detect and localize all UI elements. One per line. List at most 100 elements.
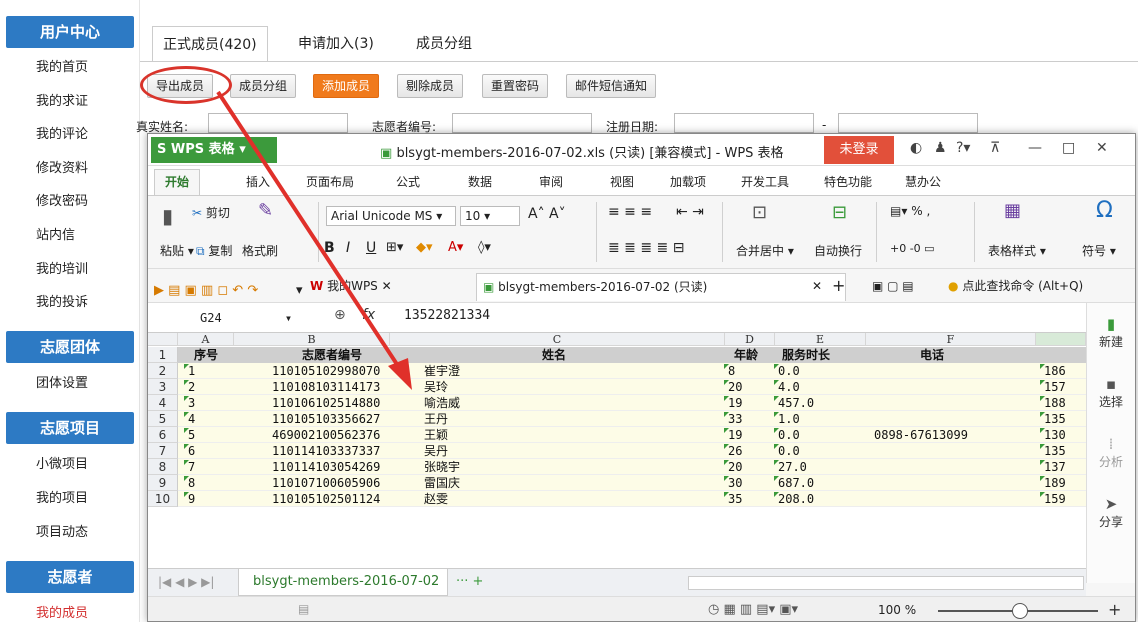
symbol-button[interactable]: 符号 ▾ <box>1082 242 1116 259</box>
zoom-search-icon[interactable]: ⊕ <box>334 307 346 323</box>
cell-age[interactable]: 26 <box>728 443 742 459</box>
column-header-b[interactable]: B <box>234 333 390 346</box>
font-size-select[interactable]: 10 ▾ <box>460 206 520 226</box>
column-header-e[interactable]: E <box>775 333 866 346</box>
spreadsheet-grid[interactable]: A B C D E F 1 序号 志愿者编号 姓名 年龄 服务时长 电话 211… <box>148 333 1086 583</box>
copy-button[interactable]: ⧉ 复制 <box>196 242 232 259</box>
sidebar-item-comments[interactable]: 我的评论 <box>36 123 88 142</box>
cell-g[interactable]: 189 <box>1044 475 1066 491</box>
cell-no[interactable]: 110105102501124 <box>272 491 380 507</box>
doc-tab-active[interactable]: ▣ blsygt-members-2016-07-02 (只读) <box>476 273 846 301</box>
sidebar-item-project-news[interactable]: 项目动态 <box>36 521 88 540</box>
pane-analyze[interactable]: ⁞ 分析 <box>1087 435 1135 470</box>
sidebar-item-training[interactable]: 我的培训 <box>36 258 88 277</box>
format-painter-button[interactable]: 格式刷 <box>242 242 278 259</box>
cell-age[interactable]: 19 <box>728 427 742 443</box>
cell-seq[interactable]: 3 <box>188 395 195 411</box>
toolbar-icons[interactable]: ▣ ▢ ▤ <box>872 273 914 301</box>
omega-icon[interactable]: Ω <box>1096 198 1113 223</box>
cell-g[interactable]: 157 <box>1044 379 1066 395</box>
cell-g[interactable]: 135 <box>1044 411 1066 427</box>
cell-hours[interactable]: 0.0 <box>778 363 800 379</box>
sidebar-item-verify[interactable]: 我的求证 <box>36 90 88 109</box>
skin-icon[interactable]: ◐ <box>910 140 922 156</box>
quick-icons[interactable]: ▶ ▤ ▣ ▥ ◻ ↶ ↷ <box>154 278 258 306</box>
view-mode-icons[interactable]: ◷ ▦ ▥ ▤▾ ▣▾ <box>708 602 798 617</box>
cell-age[interactable]: 20 <box>728 459 742 475</box>
function-icon[interactable]: fx <box>362 307 375 323</box>
header-phone[interactable]: 电话 <box>920 347 944 363</box>
header-seq[interactable]: 序号 <box>194 347 218 363</box>
cell-hours[interactable]: 27.0 <box>778 459 807 475</box>
cell-hours[interactable]: 687.0 <box>778 475 814 491</box>
remove-member-button[interactable]: 剔除成员 <box>397 74 464 98</box>
sidebar-item-home[interactable]: 我的首页 <box>36 56 88 75</box>
align-top-icon[interactable]: ≡ ≡ ≡ <box>608 204 652 220</box>
cell-seq[interactable]: 2 <box>188 379 195 395</box>
sidebar-item-group-settings[interactable]: 团体设置 <box>36 372 88 391</box>
underline-icon[interactable]: U <box>366 240 376 256</box>
menu-smart-office[interactable]: 慧办公 <box>905 173 941 190</box>
wrap-text-button[interactable]: 自动换行 <box>814 242 862 259</box>
formula-value[interactable]: 13522821334 <box>404 308 490 323</box>
column-header-c[interactable]: C <box>390 333 725 346</box>
paste-button[interactable]: 粘贴 ▾ <box>160 242 194 259</box>
wps-app-menu[interactable]: S WPS 表格 ▾ <box>151 137 277 163</box>
cell-seq[interactable]: 4 <box>188 411 195 427</box>
header-age[interactable]: 年龄 <box>734 347 758 363</box>
my-wps-tab[interactable]: W 我的WPS ✕ <box>310 273 392 301</box>
cell-seq[interactable]: 1 <box>188 363 195 379</box>
cell-no[interactable]: 469002100562376 <box>272 427 380 443</box>
row-header[interactable]: 3 <box>148 379 178 395</box>
merge-center-button[interactable]: 合并居中 ▾ <box>736 242 794 259</box>
tab-formal-members[interactable]: 正式成员(420) <box>152 26 268 62</box>
reg-date-start-input[interactable] <box>674 113 814 133</box>
table-style-button[interactable]: 表格样式 ▾ <box>988 242 1046 259</box>
ribbon-toggle-icon[interactable]: ⊼ <box>990 140 1000 156</box>
realname-input[interactable] <box>208 113 348 133</box>
cell-age[interactable]: 35 <box>728 491 742 507</box>
cell-age[interactable]: 19 <box>728 395 742 411</box>
column-header-f[interactable]: F <box>866 333 1036 346</box>
sidebar-item-edit-profile[interactable]: 修改资料 <box>36 157 88 176</box>
cell-no[interactable]: 110114103054269 <box>272 459 380 475</box>
cell-name[interactable]: 吴丹 <box>424 443 448 459</box>
cut-button[interactable]: ✂ 剪切 <box>192 204 230 221</box>
sheet-tab[interactable]: blsygt-members-2016-07-02 <box>238 569 448 596</box>
cell-g[interactable]: 137 <box>1044 459 1066 475</box>
shirt-icon[interactable]: ♟ <box>934 140 947 156</box>
merge-center-icon[interactable]: ⊡ <box>752 202 767 223</box>
pane-select[interactable]: ▪ 选择 <box>1087 375 1135 410</box>
member-group-button[interactable]: 成员分组 <box>230 74 297 98</box>
select-all-corner[interactable] <box>148 333 178 346</box>
font-color-icon[interactable]: A▾ <box>448 240 463 255</box>
cell-name[interactable]: 张晓宇 <box>424 459 460 475</box>
grow-font-icon[interactable]: A˄ A˅ <box>528 206 566 222</box>
cell-age[interactable]: 33 <box>728 411 742 427</box>
zoom-in-icon[interactable]: + <box>1108 600 1121 619</box>
align-left-icon[interactable]: ≣ ≣ ≣ ≣ ⊟ <box>608 240 684 256</box>
indent-icon[interactable]: ⇤ ⇥ <box>676 204 704 220</box>
row-header[interactable]: 10 <box>148 491 178 507</box>
paste-icon[interactable]: ▮ <box>162 204 173 228</box>
row-header[interactable]: 2 <box>148 363 178 379</box>
column-header-a[interactable]: A <box>178 333 234 346</box>
close-icon[interactable]: ✕ <box>812 273 822 301</box>
sidebar-item-complaints[interactable]: 我的投诉 <box>36 291 88 310</box>
cell-age[interactable]: 20 <box>728 379 742 395</box>
plus-icon[interactable]: + <box>832 273 845 301</box>
cell-seq[interactable]: 5 <box>188 427 195 443</box>
cell-hours[interactable]: 1.0 <box>778 411 800 427</box>
cell-no[interactable]: 110105102998070 <box>272 363 380 379</box>
menu-page-layout[interactable]: 页面布局 <box>306 173 354 190</box>
header-name[interactable]: 姓名 <box>542 347 566 363</box>
cell-no[interactable]: 110108103114173 <box>272 379 380 395</box>
tab-join-requests[interactable]: 申请加入(3) <box>288 26 384 62</box>
cell-seq[interactable]: 8 <box>188 475 195 491</box>
cell-seq[interactable]: 6 <box>188 443 195 459</box>
add-member-button[interactable]: 添加成员 <box>313 74 380 98</box>
pane-share[interactable]: ➤ 分享 <box>1087 495 1135 530</box>
sheet-nav-icons[interactable]: |◀ ◀ ▶ ▶| <box>158 575 214 589</box>
cell-g[interactable]: 130 <box>1044 427 1066 443</box>
row-header[interactable]: 5 <box>148 411 178 427</box>
